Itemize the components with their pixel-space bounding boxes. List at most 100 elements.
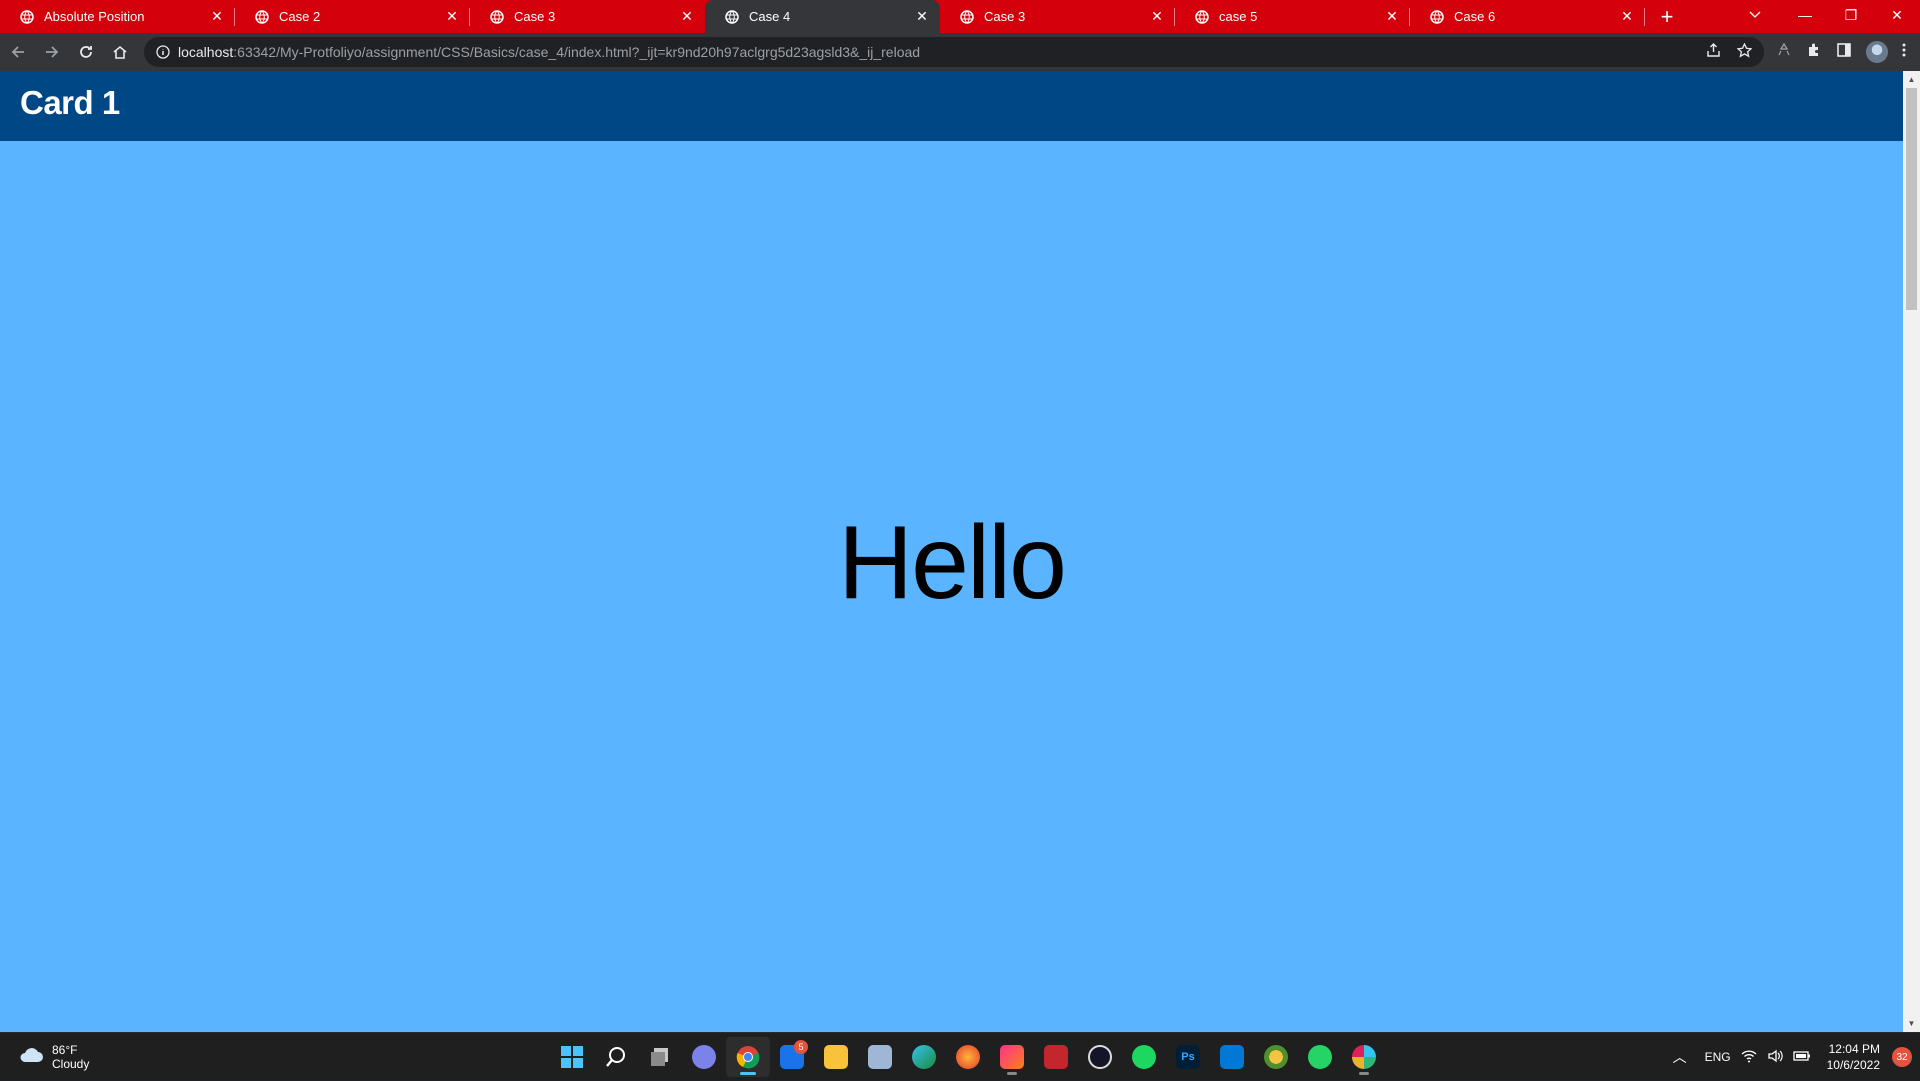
side-panel-icon[interactable] — [1836, 42, 1852, 63]
tray-icons[interactable] — [1741, 1049, 1811, 1066]
extensions-puzzle-icon[interactable] — [1806, 42, 1822, 63]
window-close-icon[interactable]: ✕ — [1874, 0, 1920, 30]
spotify-app[interactable] — [1122, 1037, 1166, 1077]
mail-app[interactable]: 5 — [770, 1037, 814, 1077]
close-icon[interactable]: ✕ — [207, 7, 227, 27]
tab-search-icon[interactable] — [1732, 0, 1778, 30]
hello-heading: Hello — [838, 505, 1067, 621]
tab-strip: Absolute Position ✕ Case 2 ✕ Case 3 ✕ Ca… — [0, 0, 1920, 33]
teams-chat-icon[interactable] — [682, 1037, 726, 1077]
tab-case-6[interactable]: Case 6 ✕ — [1410, 0, 1645, 33]
weather-temperature: 86°F — [52, 1043, 78, 1057]
forward-icon[interactable] — [36, 36, 68, 68]
globe-icon — [1430, 9, 1444, 24]
scroll-thumb[interactable] — [1906, 88, 1917, 310]
file-explorer-app[interactable] — [814, 1037, 858, 1077]
photos-app[interactable] — [858, 1037, 902, 1077]
close-icon[interactable]: ✕ — [1382, 7, 1402, 27]
tab-title: Case 6 — [1454, 9, 1496, 24]
globe-icon — [960, 9, 974, 24]
firefox-app[interactable] — [946, 1037, 990, 1077]
home-icon[interactable] — [104, 36, 136, 68]
close-icon[interactable]: ✕ — [442, 7, 462, 27]
taskbar-apps: 5 Ps — [550, 1037, 1386, 1077]
slack-app[interactable] — [1342, 1037, 1386, 1077]
task-view-icon[interactable] — [638, 1037, 682, 1077]
tab-title: Case 3 — [514, 9, 556, 24]
close-icon[interactable]: ✕ — [1617, 7, 1637, 27]
back-icon[interactable] — [2, 36, 34, 68]
wifi-icon[interactable] — [1741, 1049, 1757, 1066]
url-host: localhost — [178, 44, 234, 60]
restore-icon[interactable]: ❐ — [1828, 0, 1874, 30]
running-indicator — [1359, 1072, 1369, 1075]
close-icon[interactable]: ✕ — [912, 7, 932, 27]
card-title: Card 1 — [20, 84, 120, 121]
close-icon[interactable]: ✕ — [677, 7, 697, 27]
weather-widget[interactable]: 86°F Cloudy — [18, 1043, 89, 1071]
running-indicator — [1007, 1072, 1017, 1075]
clock-date: 10/6/2022 — [1826, 1058, 1880, 1072]
speedtest-app[interactable] — [1078, 1037, 1122, 1077]
tab-case-3[interactable]: Case 3 ✕ — [470, 0, 705, 33]
globe-icon — [1195, 9, 1209, 24]
show-hidden-icons-chevron-icon[interactable]: ︿ — [1665, 1047, 1695, 1067]
page-scrollbar[interactable]: ▲ ▼ — [1903, 71, 1920, 1032]
tab-case-5[interactable]: case 5 ✕ — [1175, 0, 1410, 33]
mail-badge: 5 — [794, 1040, 808, 1054]
intellij-app[interactable] — [990, 1037, 1034, 1077]
tab-case-3-duplicate[interactable]: Case 3 ✕ — [940, 0, 1175, 33]
site-info-icon[interactable] — [156, 45, 170, 59]
browser-toolbar: localhost:63342/My-Protfoliyo/assignment… — [0, 33, 1920, 71]
reload-icon[interactable] — [70, 36, 102, 68]
windows-taskbar: 86°F Cloudy 5 Ps ︿ ENG 12:04 PM 10/6/202… — [0, 1032, 1920, 1080]
cloud-icon — [18, 1046, 44, 1069]
photoshop-app[interactable]: Ps — [1166, 1037, 1210, 1077]
active-indicator — [740, 1072, 756, 1075]
start-button[interactable] — [550, 1037, 594, 1077]
window-controls: — ❐ ✕ — [1782, 0, 1920, 30]
share-icon[interactable] — [1706, 43, 1721, 61]
tab-case-2[interactable]: Case 2 ✕ — [235, 0, 470, 33]
scroll-down-arrow-icon[interactable]: ▼ — [1903, 1015, 1920, 1032]
vscode-app[interactable] — [1210, 1037, 1254, 1077]
close-icon[interactable]: ✕ — [1147, 7, 1167, 27]
minimize-icon[interactable]: — — [1782, 0, 1828, 30]
clock-time: 12:04 PM — [1828, 1042, 1880, 1056]
bookmark-star-icon[interactable] — [1736, 42, 1753, 61]
tab-case-4[interactable]: Case 4 ✕ — [705, 0, 940, 33]
tab-title: Case 4 — [749, 9, 791, 24]
globe-icon — [20, 9, 34, 24]
system-tray: ︿ ENG 12:04 PM 10/6/2022 32 — [1665, 1033, 1920, 1081]
card-header: Card 1 — [0, 71, 1903, 141]
globe-icon — [255, 9, 269, 24]
battery-icon[interactable] — [1792, 1049, 1811, 1066]
search-icon[interactable] — [594, 1037, 638, 1077]
notification-count-badge[interactable]: 32 — [1892, 1047, 1912, 1067]
new-tab-button[interactable]: + — [1649, 0, 1685, 33]
volume-icon[interactable] — [1767, 1049, 1783, 1066]
tab-separator — [1644, 8, 1645, 26]
tab-title: case 5 — [1219, 9, 1258, 24]
menu-kebab-icon[interactable] — [1902, 42, 1906, 63]
profile-avatar[interactable] — [1866, 41, 1888, 63]
address-bar[interactable]: localhost:63342/My-Protfoliyo/assignment… — [144, 37, 1764, 67]
tab-title: Case 2 — [279, 9, 321, 24]
chrome-canary-app[interactable] — [1254, 1037, 1298, 1077]
tab-absolute-position[interactable]: Absolute Position ✕ — [0, 0, 235, 33]
extension-recycle-icon[interactable] — [1776, 42, 1792, 63]
globe-icon — [725, 9, 739, 24]
page-viewport: Card 1 Hello ▲ ▼ — [0, 71, 1920, 1032]
clock[interactable]: 12:04 PM 10/6/2022 — [1827, 1041, 1880, 1073]
globe-icon — [490, 9, 504, 24]
scroll-up-arrow-icon[interactable]: ▲ — [1903, 71, 1920, 88]
weather-condition: Cloudy — [52, 1057, 90, 1071]
edge-app[interactable] — [902, 1037, 946, 1077]
chrome-app[interactable] — [726, 1037, 770, 1077]
tab-title: Case 3 — [984, 9, 1026, 24]
terminal-app[interactable] — [1034, 1037, 1078, 1077]
tab-title: Absolute Position — [44, 9, 145, 24]
whatsapp-app[interactable] — [1298, 1037, 1342, 1077]
language-indicator[interactable]: ENG — [1705, 1050, 1731, 1064]
url-path: :63342/My-Protfoliyo/assignment/CSS/Basi… — [233, 44, 921, 60]
